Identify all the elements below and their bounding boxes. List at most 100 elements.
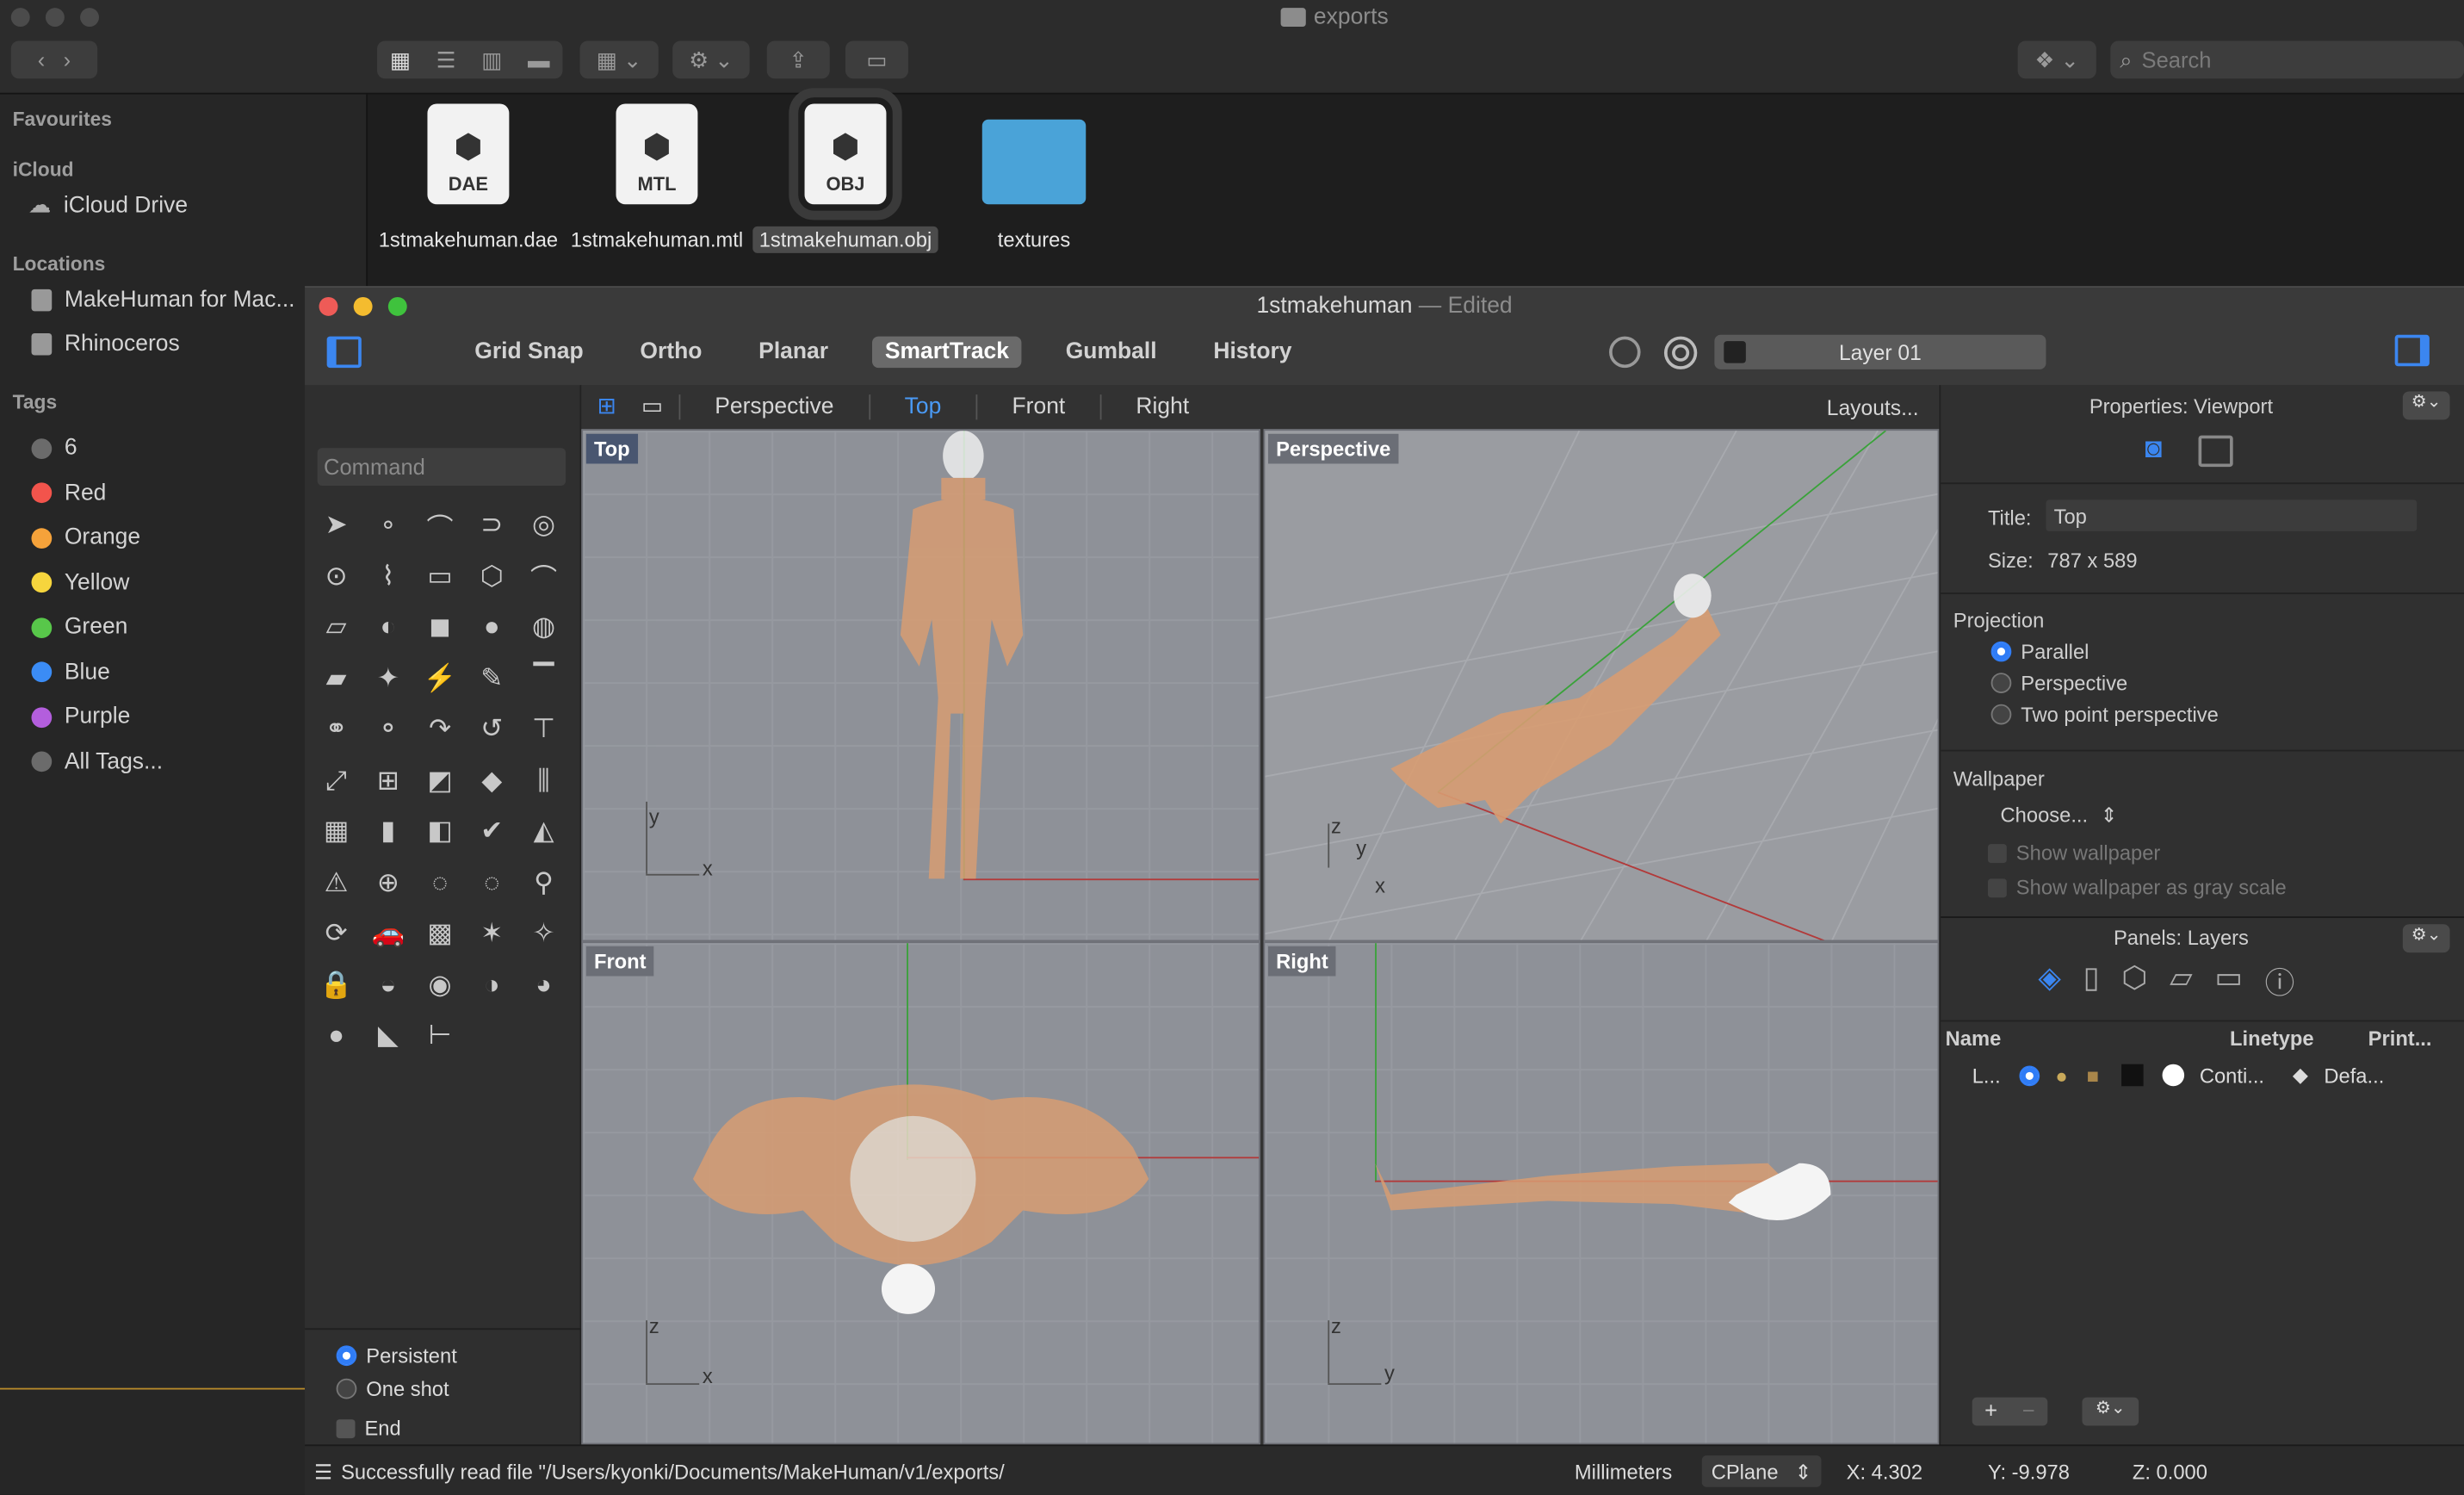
tool-icon[interactable]: ▔ xyxy=(518,653,568,704)
tool-icon[interactable]: ➤ xyxy=(311,499,361,550)
dropbox-button[interactable]: ❖ ⌄ xyxy=(2017,40,2096,79)
tool-icon[interactable]: ▭ xyxy=(415,551,465,602)
sidebar-tag-item[interactable]: 6 xyxy=(31,426,164,471)
grid-view-icon[interactable]: ▦ xyxy=(390,47,411,73)
view-tab[interactable]: Top xyxy=(868,394,976,420)
viewport-display-icon[interactable] xyxy=(2198,435,2233,468)
view-tab[interactable]: Right xyxy=(1099,394,1223,420)
cplane-selector[interactable]: CPlane ⇕ xyxy=(1701,1455,1822,1487)
tool-icon[interactable]: ⚬ xyxy=(363,704,413,755)
sidebar-tag-item[interactable]: All Tags... xyxy=(31,740,164,785)
tool-icon[interactable]: ◎ xyxy=(518,499,568,550)
viewport-front[interactable]: z x Front xyxy=(581,941,1260,1445)
help-icon[interactable]: ⓘ xyxy=(2265,960,2295,1002)
sidebar-tag-item[interactable]: Blue xyxy=(31,650,164,695)
title-field[interactable]: Top xyxy=(2046,499,2418,531)
tool-icon[interactable]: ⌇ xyxy=(363,551,413,602)
option-persistent[interactable]: Persistent xyxy=(336,1344,457,1368)
layer-row[interactable]: L... ● ■ Conti... ◆ Defa... xyxy=(1941,1058,2464,1092)
tool-icon[interactable]: ⊞ xyxy=(363,755,413,806)
layouts-button[interactable]: Layouts... xyxy=(1827,395,1919,419)
material-swatch[interactable] xyxy=(2162,1064,2184,1087)
lock-icon[interactable]: ■ xyxy=(2087,1064,2099,1087)
column-linetype[interactable]: Linetype xyxy=(2230,1027,2314,1050)
mode-button[interactable]: SmartTrack xyxy=(872,336,1022,369)
tool-icon[interactable]: ▩ xyxy=(415,909,465,959)
single-view-icon[interactable]: ▭ xyxy=(641,394,663,419)
checkbox-icon[interactable] xyxy=(336,1418,356,1438)
projection-option[interactable]: Two point perspective xyxy=(1990,703,2219,726)
sidebar-toggle-right-icon[interactable] xyxy=(2394,334,2430,367)
cube-icon[interactable]: ⬡ xyxy=(2121,960,2147,1002)
sidebar-tag-item[interactable]: Purple xyxy=(31,695,164,740)
add-remove-layer[interactable]: + − xyxy=(1972,1397,2048,1426)
tool-icon[interactable]: ⊤ xyxy=(518,704,568,755)
tool-icon[interactable]: ✔ xyxy=(467,806,517,857)
projection-option[interactable]: Parallel xyxy=(1990,640,2219,663)
radio-icon[interactable] xyxy=(336,1345,357,1367)
tool-icon[interactable]: ▰ xyxy=(311,653,361,704)
search-field[interactable]: ⌕ Search xyxy=(2110,40,2464,79)
tool-icon[interactable]: ↺ xyxy=(467,704,517,755)
checkbox-icon[interactable] xyxy=(1987,878,2007,897)
tool-icon[interactable]: ⫼ xyxy=(518,755,568,806)
tool-icon[interactable]: ◆ xyxy=(467,755,517,806)
file-item[interactable]: ⬢ MTL 1stmakehuman.mtl xyxy=(562,103,751,252)
tool-icon[interactable]: ◌ xyxy=(467,858,517,909)
tool-icon[interactable]: ∘ xyxy=(363,499,413,550)
plus-icon[interactable]: + xyxy=(1984,1398,1997,1426)
viewport-perspective[interactable]: z y x Perspective xyxy=(1263,429,1940,942)
tool-icon[interactable]: ◐ xyxy=(363,602,413,653)
tool-icon[interactable]: ◑ xyxy=(467,959,517,1010)
view-mode-buttons[interactable]: ▦ ☰ ▥ ▬ xyxy=(377,40,563,79)
checkbox-icon[interactable] xyxy=(1987,843,2007,863)
color-swatch[interactable] xyxy=(2120,1064,2144,1087)
close-button[interactable] xyxy=(10,8,30,28)
layers-icon[interactable]: ◈ xyxy=(2038,960,2061,1002)
sidebar-item-rhinoceros[interactable]: Rhinoceros xyxy=(31,332,180,357)
tool-icon[interactable]: ◼ xyxy=(415,602,465,653)
option-one-shot[interactable]: One shot xyxy=(336,1377,457,1400)
tool-icon[interactable]: ↷ xyxy=(415,704,465,755)
layers-menu-button[interactable]: ⚙⌄ xyxy=(2402,924,2450,953)
radio-icon[interactable] xyxy=(1990,704,2012,725)
panel-menu-button[interactable]: ⚙⌄ xyxy=(2402,391,2450,420)
option-end[interactable]: End xyxy=(336,1417,457,1440)
tool-icon[interactable]: ◌ xyxy=(415,858,465,909)
tool-icon[interactable]: ⤢ xyxy=(311,755,361,806)
tool-icon[interactable]: ⌒ xyxy=(518,551,568,602)
mode-button[interactable]: Grid Snap xyxy=(462,337,597,369)
menu-icon[interactable]: ☰ xyxy=(314,1461,332,1486)
tool-icon[interactable]: ⊃ xyxy=(467,499,517,550)
tool-icon[interactable]: ● xyxy=(467,602,517,653)
action-button[interactable]: ⚙ ⌄ xyxy=(672,40,750,79)
mode-button[interactable]: Planar xyxy=(746,337,841,369)
viewport-label[interactable]: Top xyxy=(585,433,638,464)
file-item[interactable]: ⬢ DAE 1stmakehuman.dae xyxy=(374,103,562,252)
tool-icon[interactable]: ◍ xyxy=(518,602,568,653)
sidebar-item-makehuman[interactable]: MakeHuman for Mac... xyxy=(31,288,295,313)
radio-icon[interactable] xyxy=(336,1378,357,1399)
viewport-label[interactable]: Right xyxy=(1267,946,1336,977)
mode-button[interactable]: Ortho xyxy=(628,337,715,369)
four-view-icon[interactable]: ⊞ xyxy=(597,394,616,419)
tool-icon[interactable]: ▦ xyxy=(311,806,361,857)
tool-icon[interactable]: ◒ xyxy=(363,959,413,1010)
tool-icon[interactable]: ◩ xyxy=(415,755,465,806)
tool-icon[interactable]: ◕ xyxy=(518,959,568,1010)
minimize-button[interactable] xyxy=(45,8,65,28)
tool-icon[interactable]: ✶ xyxy=(467,909,517,959)
tool-icon[interactable]: ◣ xyxy=(363,1011,413,1062)
tool-icon[interactable]: ▱ xyxy=(311,602,361,653)
tool-icon[interactable]: ⊙ xyxy=(311,551,361,602)
tool-icon[interactable]: ⚠ xyxy=(311,858,361,909)
column-name[interactable]: Name xyxy=(1946,1027,2002,1050)
bulb-icon[interactable]: ● xyxy=(2055,1064,2067,1087)
wallpaper-choose[interactable]: Choose... ⇕ xyxy=(2001,803,2118,828)
sidebar-tag-item[interactable]: Red xyxy=(31,471,164,516)
tool-icon[interactable]: ▮ xyxy=(363,806,413,857)
tool-icon[interactable]: 🚗 xyxy=(363,909,413,959)
current-layer-icon[interactable] xyxy=(2019,1064,2040,1086)
viewport-label[interactable]: Front xyxy=(585,946,654,977)
column-print[interactable]: Print... xyxy=(2368,1027,2432,1050)
